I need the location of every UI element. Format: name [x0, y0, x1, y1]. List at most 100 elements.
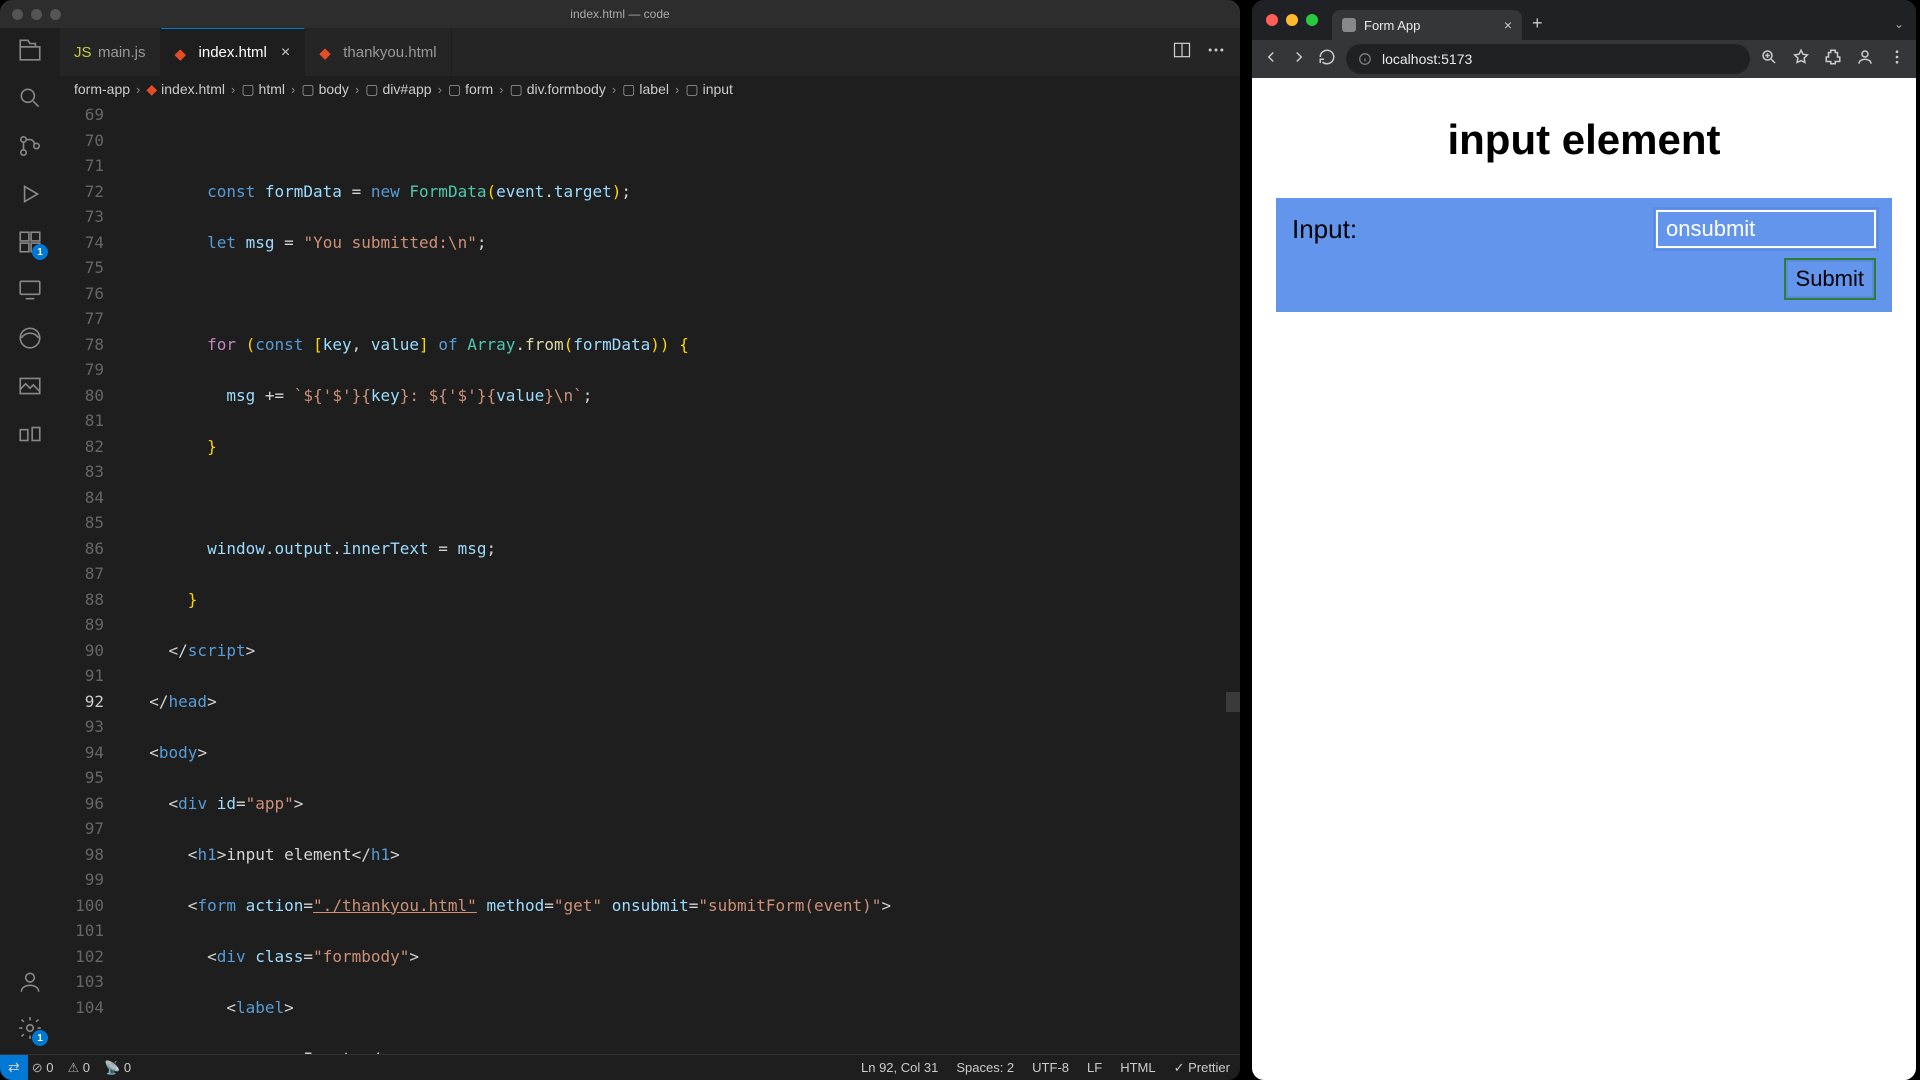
bc-div-app[interactable]: ▢ div#app — [365, 81, 431, 98]
code-line: <div id="app"> — [130, 791, 1240, 817]
form-container: Input: Submit — [1276, 198, 1892, 312]
vscode-window: index.html — code 1 1 — [0, 0, 1240, 1080]
code-line — [130, 485, 1240, 511]
tab-thankyou-html[interactable]: ◆ thankyou.html — [305, 28, 451, 76]
code-line — [130, 281, 1240, 307]
live-share-icon[interactable] — [16, 420, 44, 448]
account-icon[interactable] — [16, 968, 44, 996]
reload-button[interactable] — [1318, 48, 1336, 71]
bc-body[interactable]: ▢ body — [301, 81, 349, 98]
tab-index-html[interactable]: ◆ index.html × — [161, 28, 306, 76]
bc-label[interactable]: ▢ label — [622, 81, 669, 98]
ports-count[interactable]: 📡 0 — [104, 1060, 131, 1076]
input-field[interactable] — [1656, 210, 1876, 248]
errors-count[interactable]: ⊘ 0 — [32, 1060, 54, 1076]
extensions-icon[interactable] — [1824, 48, 1842, 71]
url-text: localhost:5173 — [1382, 51, 1472, 67]
line-number-gutter: 6970717273747576777879808182838485868788… — [60, 102, 116, 1054]
code-line: <body> — [130, 740, 1240, 766]
encoding[interactable]: UTF-8 — [1032, 1060, 1069, 1075]
settings-icon[interactable]: 1 — [16, 1014, 44, 1042]
formatter[interactable]: ✓ Prettier — [1174, 1060, 1230, 1076]
debug-icon[interactable] — [16, 180, 44, 208]
browser-tab[interactable]: Form App × — [1332, 10, 1522, 40]
code-line: <label> — [130, 995, 1240, 1021]
language-mode[interactable]: HTML — [1120, 1060, 1155, 1075]
zoom-dot[interactable] — [50, 9, 61, 20]
breadcrumbs[interactable]: form-app› ◆ index.html› ▢ html› ▢ body› … — [60, 76, 1240, 102]
js-file-icon: JS — [74, 44, 90, 60]
code-line: } — [130, 434, 1240, 460]
close-icon[interactable]: × — [1504, 17, 1512, 33]
split-editor-icon[interactable] — [1172, 40, 1192, 65]
vscode-titlebar: index.html — code — [0, 0, 1240, 28]
menu-icon[interactable] — [1888, 48, 1906, 71]
extensions-badge: 1 — [32, 244, 48, 260]
minimap-scrollbar[interactable] — [1226, 102, 1240, 1054]
vscode-title: index.html — code — [570, 7, 669, 21]
code-line: <h1>input element</h1> — [130, 842, 1240, 868]
window-control-dots[interactable] — [1266, 14, 1318, 26]
html-file-icon: ◆ — [319, 44, 335, 60]
eol[interactable]: LF — [1087, 1060, 1102, 1075]
page-heading: input element — [1276, 116, 1892, 164]
code-content[interactable]: const formData = new FormData(event.targ… — [116, 102, 1240, 1054]
image-gallery-icon[interactable] — [16, 372, 44, 400]
minimize-dot[interactable] — [31, 9, 42, 20]
cursor-position[interactable]: Ln 92, Col 31 — [861, 1060, 938, 1075]
zoom-icon[interactable] — [1760, 48, 1778, 71]
code-line: </script> — [130, 638, 1240, 664]
edge-tools-icon[interactable] — [16, 324, 44, 352]
code-line: } — [130, 587, 1240, 613]
tab-bar: JS main.js ◆ index.html × ◆ thankyou.htm… — [60, 28, 1240, 76]
bc-html[interactable]: ▢ html — [241, 81, 285, 98]
chevron-down-icon[interactable]: ⌄ — [1894, 17, 1904, 31]
code-line — [130, 128, 1240, 154]
html-file-icon: ◆ — [175, 45, 191, 61]
zoom-dot[interactable] — [1306, 14, 1318, 26]
bc-root[interactable]: form-app — [74, 81, 130, 97]
activity-bar: 1 1 — [0, 28, 60, 1054]
tab-title: Form App — [1364, 18, 1420, 33]
info-icon — [1358, 52, 1372, 66]
window-control-dots[interactable] — [12, 9, 61, 20]
star-icon[interactable] — [1792, 48, 1810, 71]
remote-explorer-icon[interactable] — [16, 276, 44, 304]
close-dot[interactable] — [1266, 14, 1278, 26]
back-button[interactable] — [1262, 48, 1280, 71]
profile-icon[interactable] — [1856, 48, 1874, 71]
source-control-icon[interactable] — [16, 132, 44, 160]
bc-form[interactable]: ▢ form — [448, 81, 493, 98]
more-icon[interactable] — [1206, 40, 1226, 65]
chrome-toolbar: localhost:5173 — [1252, 40, 1916, 78]
address-bar[interactable]: localhost:5173 — [1346, 44, 1750, 74]
bc-input[interactable]: ▢ input — [685, 81, 733, 98]
remote-indicator[interactable]: ⇄ — [0, 1055, 28, 1080]
close-icon[interactable]: × — [281, 44, 290, 62]
chrome-tabstrip: Form App × + ⌄ — [1252, 0, 1916, 40]
search-icon[interactable] — [16, 84, 44, 112]
close-dot[interactable] — [12, 9, 23, 20]
submit-button[interactable]: Submit — [1784, 258, 1876, 300]
status-bar: ⇄ ⊘ 0 ⚠ 0 📡 0 Ln 92, Col 31 Spaces: 2 UT… — [0, 1054, 1240, 1080]
favicon-icon — [1342, 18, 1356, 32]
input-label: Input: — [1292, 214, 1357, 245]
bc-formbody[interactable]: ▢ div.formbody — [509, 81, 605, 98]
tab-main-js[interactable]: JS main.js — [60, 28, 161, 76]
indent-setting[interactable]: Spaces: 2 — [956, 1060, 1014, 1075]
code-line: const formData = new FormData(event.targ… — [130, 179, 1240, 205]
minimize-dot[interactable] — [1286, 14, 1298, 26]
code-line: <span>Input:</span> — [130, 1046, 1240, 1055]
warnings-count[interactable]: ⚠ 0 — [68, 1060, 91, 1076]
code-line: msg += `${'$'}{key}: ${'$'}{value}\n`; — [130, 383, 1240, 409]
new-tab-button[interactable]: + — [1532, 13, 1543, 34]
code-editor[interactable]: 6970717273747576777879808182838485868788… — [60, 102, 1240, 1054]
code-line: let msg = "You submitted:\n"; — [130, 230, 1240, 256]
tab-label: index.html — [199, 44, 267, 61]
explorer-icon[interactable] — [16, 36, 44, 64]
forward-button[interactable] — [1290, 48, 1308, 71]
tab-label: main.js — [98, 44, 146, 61]
settings-badge: 1 — [32, 1030, 48, 1046]
extensions-icon[interactable]: 1 — [16, 228, 44, 256]
bc-file[interactable]: ◆ index.html — [146, 81, 225, 98]
